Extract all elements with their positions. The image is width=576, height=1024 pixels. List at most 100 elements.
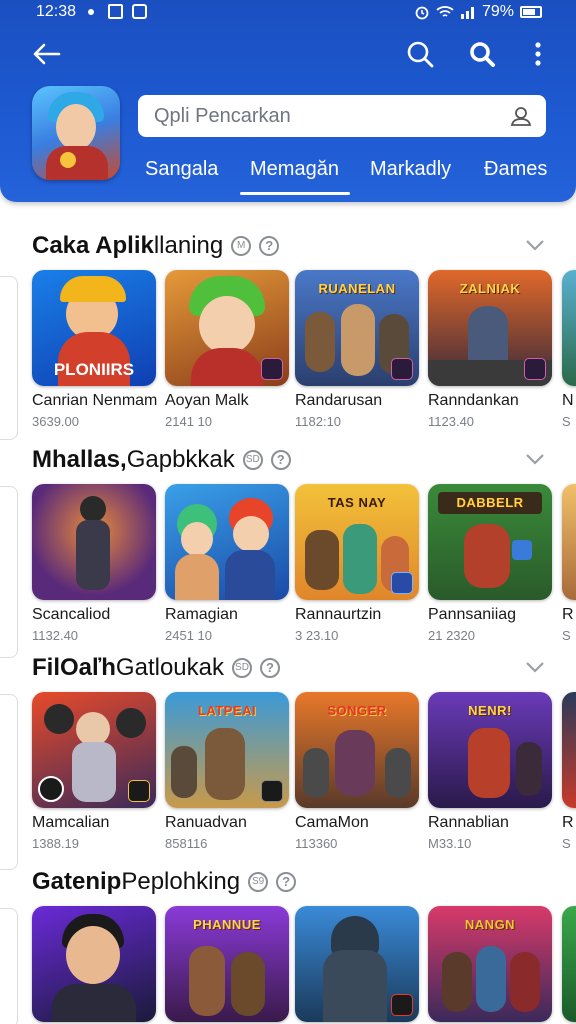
status-time: 12:38 <box>36 3 77 20</box>
app-thumbnail <box>32 484 156 600</box>
more-vert-icon <box>535 42 541 66</box>
app-thumbnail <box>295 906 419 1022</box>
app-meta: 3639.00 <box>32 414 79 429</box>
back-arrow-icon <box>33 43 61 65</box>
app-name: Canrian Nenmam <box>32 392 158 409</box>
app-meta: 2141 10 <box>165 414 212 429</box>
app-thumbnail <box>32 906 156 1022</box>
help-icon[interactable]: ? <box>276 872 297 892</box>
section-title: Caka Aplik llaning M ? <box>32 232 280 260</box>
app-icon[interactable] <box>32 86 120 180</box>
app-name: Mamcalian <box>32 814 110 831</box>
app-thumbnail <box>32 692 156 808</box>
alarm-icon <box>415 6 429 20</box>
section-badge: M <box>231 236 252 256</box>
app-name: Pannsaniiag <box>428 606 517 623</box>
search-bold-icon <box>470 42 495 67</box>
tab-markadly[interactable]: Markadly <box>370 158 451 181</box>
section-title: FilOaľh Gatloukak SD ? <box>32 654 280 682</box>
battery-percent: 79% <box>481 3 514 20</box>
app-thumbnail: LATPEAI <box>165 692 289 808</box>
tab-indicator <box>240 192 350 195</box>
app-thumbnail <box>165 484 289 600</box>
status-right-group: 79% <box>414 3 542 21</box>
previous-card-peek[interactable] <box>0 486 18 658</box>
app-logo-text: RUANELAN <box>318 281 396 296</box>
app-meta: 1132.40 <box>32 628 79 643</box>
app-meta: 1388.19 <box>32 836 79 851</box>
back-button[interactable] <box>26 36 66 72</box>
section-title: Gatenip Peplohking S9 ? <box>32 868 297 896</box>
section-badge: SD <box>242 450 263 470</box>
search-placeholder: Qpli Pencarkan <box>154 105 291 127</box>
section-badge: SD <box>231 658 252 678</box>
battery-icon <box>520 6 542 18</box>
app-meta: 21 2320 <box>428 628 475 643</box>
app-thumbnail: TAS NAY <box>295 484 419 600</box>
app-thumbnail <box>165 270 289 386</box>
app-name: Aoyan Malk <box>165 392 249 409</box>
app-meta: 1123.40 <box>428 414 475 429</box>
tab-memagan[interactable]: Memagăn <box>250 158 339 181</box>
chevron-down-icon[interactable] <box>524 452 546 466</box>
previous-card-peek[interactable] <box>0 908 18 1024</box>
app-meta: 858116 <box>165 836 208 851</box>
help-icon[interactable]: ? <box>259 236 280 256</box>
app-thumbnail: PHANNUE <box>165 906 289 1022</box>
more-options-button[interactable] <box>520 34 556 74</box>
app-logo-text: NANGN <box>464 917 516 932</box>
chevron-down-icon[interactable] <box>524 660 546 674</box>
tab-dames[interactable]: Ðames <box>484 158 547 181</box>
app-name: Scancaliod <box>32 606 111 623</box>
app-name: Ranndankan <box>428 392 519 409</box>
notification-app-icon-2 <box>132 4 147 19</box>
app-thumbnail: SONGER <box>295 692 419 808</box>
search-button[interactable] <box>400 34 440 74</box>
section-badge: S9 <box>248 872 269 892</box>
app-logo-text: TAS NAY <box>327 495 387 510</box>
app-thumbnail: ZALNIAK <box>428 270 552 386</box>
app-name: Ramagian <box>165 606 238 623</box>
help-icon[interactable]: ? <box>259 658 280 678</box>
previous-card-peek[interactable] <box>0 276 18 440</box>
app-name: CamaMon <box>295 814 369 831</box>
app-name: Rannablian <box>428 814 509 831</box>
app-thumbnail: RUANELAN <box>295 270 419 386</box>
app-thumbnail: NANGN <box>428 906 552 1022</box>
app-logo-text: ZALNIAK <box>459 281 521 296</box>
help-icon[interactable]: ? <box>270 450 291 470</box>
app-meta: 113360 <box>295 836 338 851</box>
search-bold-button[interactable] <box>462 34 502 74</box>
app-logo-text: SONGER <box>327 703 387 718</box>
app-name: Rannaurtzin <box>295 606 382 623</box>
app-logo-text: DABBELR <box>438 492 542 514</box>
app-logo-text: LATPEAI <box>197 703 257 718</box>
app-meta: 2451 10 <box>165 628 212 643</box>
app-logo-text: PLONIIRS <box>53 360 135 379</box>
app-thumbnail: PLONIIRS <box>32 270 156 386</box>
category-tabs: Sangala Memagăn Markadly Ðames <box>130 150 576 200</box>
app-name: Ranuadvan <box>165 814 247 831</box>
signal-icon <box>460 7 474 19</box>
notification-app-icon <box>108 4 123 19</box>
wifi-icon <box>436 6 454 17</box>
app-header: 12:38 79% Qpli Pencarkan Sangala Memagăn… <box>0 0 576 202</box>
section-title: Mhallas, Gapbkkak SD ? <box>32 446 291 474</box>
app-screen: 12:38 79% Qpli Pencarkan Sangala Memagăn… <box>0 0 576 1024</box>
search-field[interactable]: Qpli Pencarkan <box>138 95 546 137</box>
app-logo-text: NENR! <box>468 703 512 718</box>
previous-card-peek[interactable] <box>0 694 18 870</box>
user-icon[interactable] <box>510 105 532 127</box>
app-meta: M33.10 <box>428 836 472 851</box>
tab-sangala[interactable]: Sangala <box>145 158 218 181</box>
app-meta: 1182:10 <box>295 414 342 429</box>
notification-dot-icon <box>88 9 94 15</box>
app-logo-text: PHANNUE <box>193 917 261 932</box>
app-thumbnail: DABBELR <box>428 484 552 600</box>
status-bar: 12:38 79% <box>0 0 576 26</box>
chevron-down-icon[interactable] <box>524 238 546 252</box>
app-thumbnail: NENR! <box>428 692 552 808</box>
app-meta: 3 23.10 <box>295 628 339 643</box>
app-name: Randarusan <box>295 392 383 409</box>
search-icon <box>407 41 434 68</box>
